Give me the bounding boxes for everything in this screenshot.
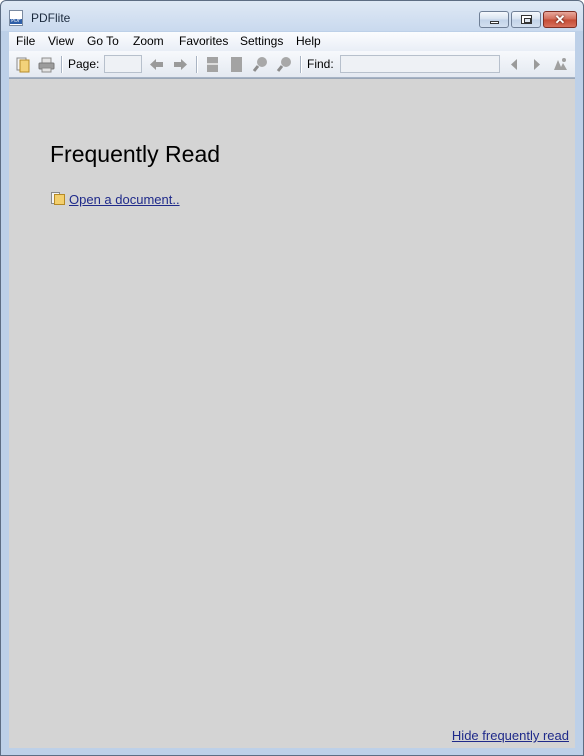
close-icon: ✕	[554, 12, 566, 27]
frequently-read-panel: Frequently Read Open a document.. Hide f…	[9, 78, 575, 748]
hide-frequently-read-link[interactable]: Hide frequently read	[452, 728, 569, 743]
toolbar-separator	[196, 56, 198, 73]
menu-bar: File View Go To Zoom Favorites Settings …	[9, 32, 575, 51]
menu-goto[interactable]: Go To	[87, 34, 119, 48]
pdf-app-icon: PDF	[9, 10, 23, 26]
toolbar-separator	[61, 56, 63, 73]
fit-page-icon[interactable]	[204, 56, 221, 73]
find-label: Find:	[307, 57, 334, 71]
restore-icon	[521, 15, 532, 24]
forward-arrow-icon[interactable]	[172, 56, 189, 73]
toolbar-separator	[300, 56, 302, 73]
folder-icon	[51, 192, 65, 205]
find-next-icon[interactable]	[528, 56, 545, 73]
title-bar[interactable]: PDF PDFlite ✕	[1, 1, 583, 31]
fit-width-icon[interactable]	[228, 56, 245, 73]
page-title: Frequently Read	[50, 141, 221, 167]
minimize-button[interactable]	[479, 11, 509, 28]
close-button[interactable]: ✕	[543, 11, 577, 28]
minimize-icon	[490, 21, 499, 24]
page-label: Page:	[68, 57, 100, 71]
page-number-input[interactable]	[104, 55, 142, 73]
open-icon[interactable]	[15, 56, 32, 73]
back-arrow-icon[interactable]	[148, 56, 165, 73]
app-window: PDF PDFlite ✕ File View Go To Zoom Favor…	[0, 0, 584, 756]
find-previous-icon[interactable]	[506, 56, 523, 73]
window-title: PDFlite	[31, 11, 71, 25]
print-icon[interactable]	[38, 56, 55, 73]
menu-favorites[interactable]: Favorites	[179, 34, 228, 48]
find-input[interactable]	[340, 55, 500, 73]
maximize-button[interactable]	[511, 11, 541, 28]
toolbar: Page: Find:	[9, 51, 575, 78]
match-case-icon[interactable]	[552, 56, 569, 73]
menu-file[interactable]: File	[16, 34, 35, 48]
open-document-link[interactable]: Open a document..	[69, 192, 180, 207]
zoom-in-icon[interactable]	[252, 56, 269, 73]
menu-view[interactable]: View	[48, 34, 74, 48]
menu-settings[interactable]: Settings	[240, 34, 283, 48]
menu-help[interactable]: Help	[296, 34, 321, 48]
menu-zoom[interactable]: Zoom	[133, 34, 164, 48]
zoom-out-icon[interactable]	[276, 56, 293, 73]
